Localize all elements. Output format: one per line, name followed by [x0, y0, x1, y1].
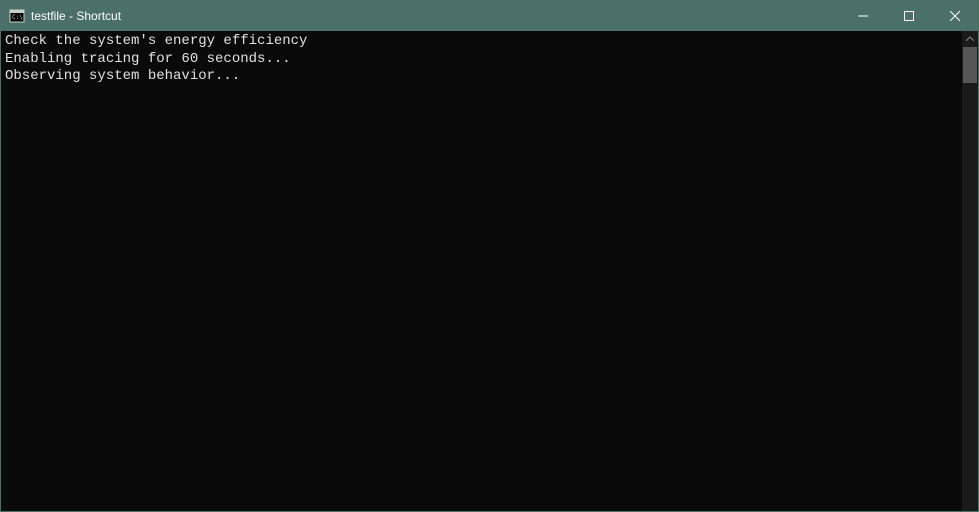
maximize-button[interactable]	[886, 1, 932, 31]
app-icon: C:\	[9, 8, 25, 24]
close-icon	[950, 11, 960, 21]
minimize-button[interactable]	[840, 1, 886, 31]
app-window: C:\ testfile - Shortcut	[0, 0, 979, 512]
chevron-up-icon	[966, 35, 974, 43]
minimize-icon	[858, 11, 868, 21]
vertical-scrollbar[interactable]	[962, 31, 978, 511]
maximize-icon	[904, 11, 914, 21]
scrollbar-thumb[interactable]	[963, 47, 977, 83]
window-title: testfile - Shortcut	[31, 9, 840, 23]
console-output[interactable]: Check the system's energy efficiencyEnab…	[1, 31, 962, 511]
console-line: Check the system's energy efficiency	[5, 33, 958, 51]
console-line: Observing system behavior...	[5, 68, 958, 86]
close-button[interactable]	[932, 1, 978, 31]
content-area: Check the system's energy efficiencyEnab…	[1, 31, 978, 511]
svg-text:C:\: C:\	[12, 14, 23, 21]
window-controls	[840, 1, 978, 31]
titlebar[interactable]: C:\ testfile - Shortcut	[1, 1, 978, 31]
console-line: Enabling tracing for 60 seconds...	[5, 51, 958, 69]
scrollbar-up-arrow[interactable]	[962, 31, 978, 47]
